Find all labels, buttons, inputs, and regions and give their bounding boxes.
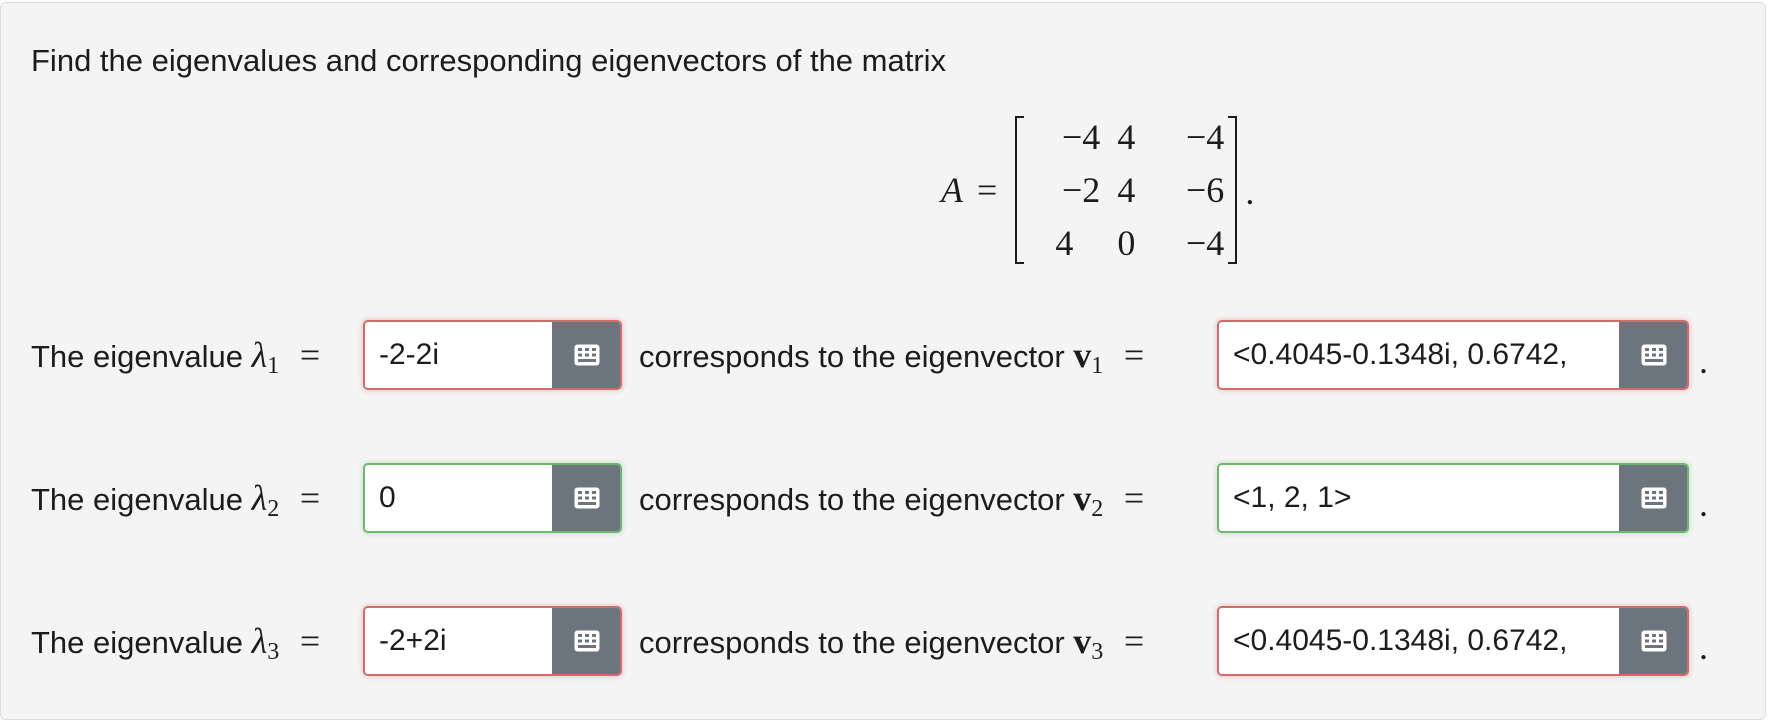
matrix-cell: −4 (1062, 117, 1101, 157)
eigenvector-input-1[interactable] (1219, 322, 1619, 388)
math-keyboard-button[interactable] (1619, 322, 1687, 388)
eigenvector-field-3 (1217, 606, 1689, 676)
keyboard-grid-icon (1641, 344, 1667, 366)
eigen-row-2: The eigenvalue λ2 = corresponds to the e… (1, 463, 1767, 533)
keyboard-grid-icon (574, 487, 600, 509)
eigenvector-field-2 (1217, 463, 1689, 533)
keyboard-grid-icon (574, 630, 600, 652)
eigenvalue-input-3[interactable] (365, 608, 552, 674)
matrix-cell: −2 (1062, 170, 1101, 210)
keyboard-grid-icon (574, 344, 600, 366)
row-period: . (1699, 341, 1708, 381)
matrix-cell: −6 (1186, 170, 1225, 210)
eigenvalue-field-3 (363, 606, 622, 676)
matrix-cell: 4 (1055, 223, 1074, 263)
row-period: . (1699, 627, 1708, 667)
eigenvector-label-2: corresponds to the eigenvector v2 = (639, 478, 1145, 522)
eigenvector-label-1: corresponds to the eigenvector v1 = (639, 335, 1145, 379)
math-keyboard-button[interactable] (1619, 608, 1687, 674)
math-keyboard-button[interactable] (552, 465, 620, 531)
matrix-cell: −4 (1186, 223, 1225, 263)
eigen-row-1: The eigenvalue λ1 = corresponds to the e… (1, 320, 1767, 390)
matrix-cell: 4 (1117, 117, 1136, 157)
math-keyboard-button[interactable] (552, 322, 620, 388)
keyboard-grid-icon (1641, 630, 1667, 652)
eigenvalue-input-1[interactable] (365, 322, 552, 388)
eigenvector-input-2[interactable] (1219, 465, 1619, 531)
eigenvalue-field-1 (363, 320, 622, 390)
eigenvalue-field-2 (363, 463, 622, 533)
eigenvector-input-3[interactable] (1219, 608, 1619, 674)
eigenvalue-label-3: The eigenvalue λ3 = (31, 621, 321, 665)
math-keyboard-button[interactable] (1619, 465, 1687, 531)
matrix-name: A (941, 170, 963, 210)
eigenvalue-label-2: The eigenvalue λ2 = (31, 478, 321, 522)
question-panel: Find the eigenvalues and corresponding e… (0, 2, 1766, 720)
matrix-cell: −4 (1186, 117, 1225, 157)
question-prompt: Find the eigenvalues and corresponding e… (31, 43, 947, 78)
math-keyboard-button[interactable] (552, 608, 620, 674)
row-period: . (1699, 484, 1708, 524)
eigenvector-label-3: corresponds to the eigenvector v3 = (639, 621, 1145, 665)
right-bracket (1228, 116, 1238, 264)
left-bracket (1015, 116, 1025, 264)
eigen-row-3: The eigenvalue λ3 = corresponds to the e… (1, 606, 1767, 676)
matrix-equals: = (977, 170, 998, 210)
matrix-body: −4 4 −4 −2 4 −6 4 0 −4 (1015, 111, 1238, 270)
matrix-equation: A = −4 4 −4 −2 4 −6 4 0 −4 . (941, 115, 1254, 265)
eigenvector-field-1 (1217, 320, 1689, 390)
matrix-period: . (1245, 172, 1255, 212)
matrix-cell: 4 (1117, 170, 1136, 210)
matrix-grid: −4 4 −4 −2 4 −6 4 0 −4 (1024, 111, 1228, 270)
keyboard-grid-icon (1641, 487, 1667, 509)
eigenvalue-label-1: The eigenvalue λ1 = (31, 335, 321, 379)
matrix-cell: 0 (1117, 223, 1136, 263)
eigenvalue-input-2[interactable] (365, 465, 552, 531)
